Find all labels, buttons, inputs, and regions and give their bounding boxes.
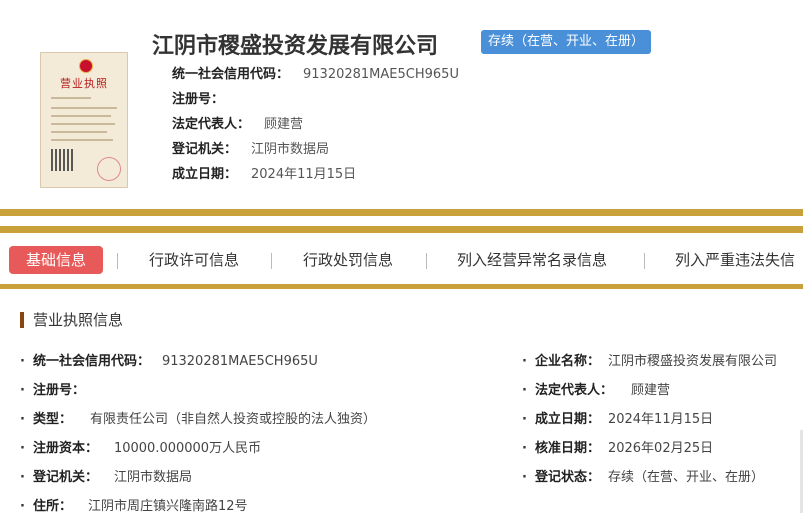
field-label: 登记机关： <box>32 470 98 485</box>
bullet-icon: · <box>20 441 25 456</box>
field-value: 91320281MAE5CH965U <box>303 67 459 82</box>
field-value: 江阴市数据局 <box>113 470 192 485</box>
tab-separator <box>117 253 118 269</box>
tab-separator <box>271 253 272 269</box>
field-label: 注册资本： <box>32 441 98 456</box>
field-value: 江阴市周庄镇兴隆南路12号 <box>87 499 248 514</box>
header-registration-number: 注册号： <box>172 88 238 107</box>
tab-basic-info[interactable]: 基础信息 <box>9 246 104 274</box>
detail-address: · 住所： 江阴市周庄镇兴隆南路12号 <box>20 495 248 514</box>
tab-administrative-license[interactable]: 行政许可信息 <box>149 246 239 274</box>
field-label: 住所： <box>32 499 72 514</box>
field-value: 江阴市数据局 <box>251 142 330 157</box>
business-license-image[interactable]: 营业执照 <box>40 52 128 188</box>
detail-registration-authority: · 登记机关： 江阴市数据局 <box>20 466 192 485</box>
tab-serious-violation-list[interactable]: 列入严重违法失信 <box>675 246 795 274</box>
bullet-icon: · <box>522 441 527 456</box>
license-text-line <box>51 107 117 109</box>
license-text-line <box>51 97 91 99</box>
qr-code-icon <box>51 149 73 171</box>
status-badge: 存续（在营、开业、在册） <box>481 30 652 54</box>
license-text-line <box>51 131 107 133</box>
national-emblem-icon <box>79 59 93 73</box>
field-value: 有限责任公司（非自然人投资或控股的法人独资） <box>89 412 376 427</box>
bullet-icon: · <box>522 412 527 427</box>
bullet-icon: · <box>522 383 527 398</box>
divider-bar <box>0 226 803 233</box>
license-text-line <box>51 139 113 141</box>
field-value: 存续（在营、开业、在册） <box>607 470 764 485</box>
tab-separator <box>644 253 645 269</box>
tab-administrative-penalty[interactable]: 行政处罚信息 <box>303 246 393 274</box>
field-value: 江阴市稷盛投资发展有限公司 <box>607 354 777 369</box>
field-label: 注册号： <box>172 92 225 107</box>
field-label: 类型： <box>32 412 72 427</box>
bullet-icon: · <box>20 499 25 514</box>
field-label: 成立日期： <box>534 412 600 427</box>
field-value: 顾建营 <box>264 117 304 132</box>
field-label: 注册号： <box>32 383 85 398</box>
tab-separator <box>426 253 427 269</box>
official-seal-icon <box>97 157 121 181</box>
field-label: 成立日期： <box>172 167 238 182</box>
bullet-icon: · <box>522 354 527 369</box>
bullet-icon: · <box>20 383 25 398</box>
header-legal-representative: 法定代表人： 顾建营 <box>172 113 303 132</box>
divider-bar <box>0 209 803 216</box>
field-value: 10000.000000万人民币 <box>113 441 262 456</box>
tab-abnormal-operation-list[interactable]: 列入经营异常名录信息 <box>457 246 607 274</box>
field-label: 登记状态： <box>534 470 600 485</box>
field-label: 登记机关： <box>172 142 238 157</box>
company-name-title: 江阴市稷盛投资发展有限公司 <box>152 34 439 59</box>
license-text-line <box>51 123 115 125</box>
section-title: 营业执照信息 <box>20 312 123 328</box>
bullet-icon: · <box>20 412 25 427</box>
field-value: 顾建营 <box>630 383 670 398</box>
field-label: 法定代表人： <box>172 117 251 132</box>
field-label: 核准日期： <box>534 441 600 456</box>
detail-registered-capital: · 注册资本： 10000.000000万人民币 <box>20 437 261 456</box>
detail-legal-representative: · 法定代表人： 顾建营 <box>522 379 670 398</box>
field-value: 2026年02月25日 <box>607 441 714 456</box>
detail-registration-number: · 注册号： <box>20 379 97 398</box>
header-credit-code: 统一社会信用代码： 91320281MAE5CH965U <box>172 63 459 82</box>
header-establish-date: 成立日期： 2024年11月15日 <box>172 163 356 182</box>
field-value: 2024年11月15日 <box>251 167 357 182</box>
tab-bar: 基础信息 行政许可信息 行政处罚信息 列入经营异常名录信息 列入严重违法失信 <box>0 236 803 284</box>
bullet-icon: · <box>20 354 25 369</box>
field-value: 91320281MAE5CH965U <box>161 354 318 369</box>
detail-establish-date: · 成立日期： 2024年11月15日 <box>522 408 713 427</box>
detail-credit-code: · 统一社会信用代码： 91320281MAE5CH965U <box>20 350 318 369</box>
license-image-title: 营业执照 <box>60 77 108 90</box>
field-label: 统一社会信用代码： <box>32 354 150 369</box>
detail-approval-date: · 核准日期： 2026年02月25日 <box>522 437 713 456</box>
field-label: 法定代表人： <box>534 383 613 398</box>
detail-company-name: · 企业名称： 江阴市稷盛投资发展有限公司 <box>522 350 777 369</box>
bullet-icon: · <box>522 470 527 485</box>
divider-bar <box>0 284 803 289</box>
detail-registration-status: · 登记状态： 存续（在营、开业、在册） <box>522 466 764 485</box>
field-label: 企业名称： <box>534 354 600 369</box>
field-label: 统一社会信用代码： <box>172 67 290 82</box>
detail-company-type: · 类型： 有限责任公司（非自然人投资或控股的法人独资） <box>20 408 376 427</box>
bullet-icon: · <box>20 470 25 485</box>
field-value: 2024年11月15日 <box>607 412 714 427</box>
license-text-line <box>51 115 111 117</box>
header-registration-authority: 登记机关： 江阴市数据局 <box>172 138 329 157</box>
